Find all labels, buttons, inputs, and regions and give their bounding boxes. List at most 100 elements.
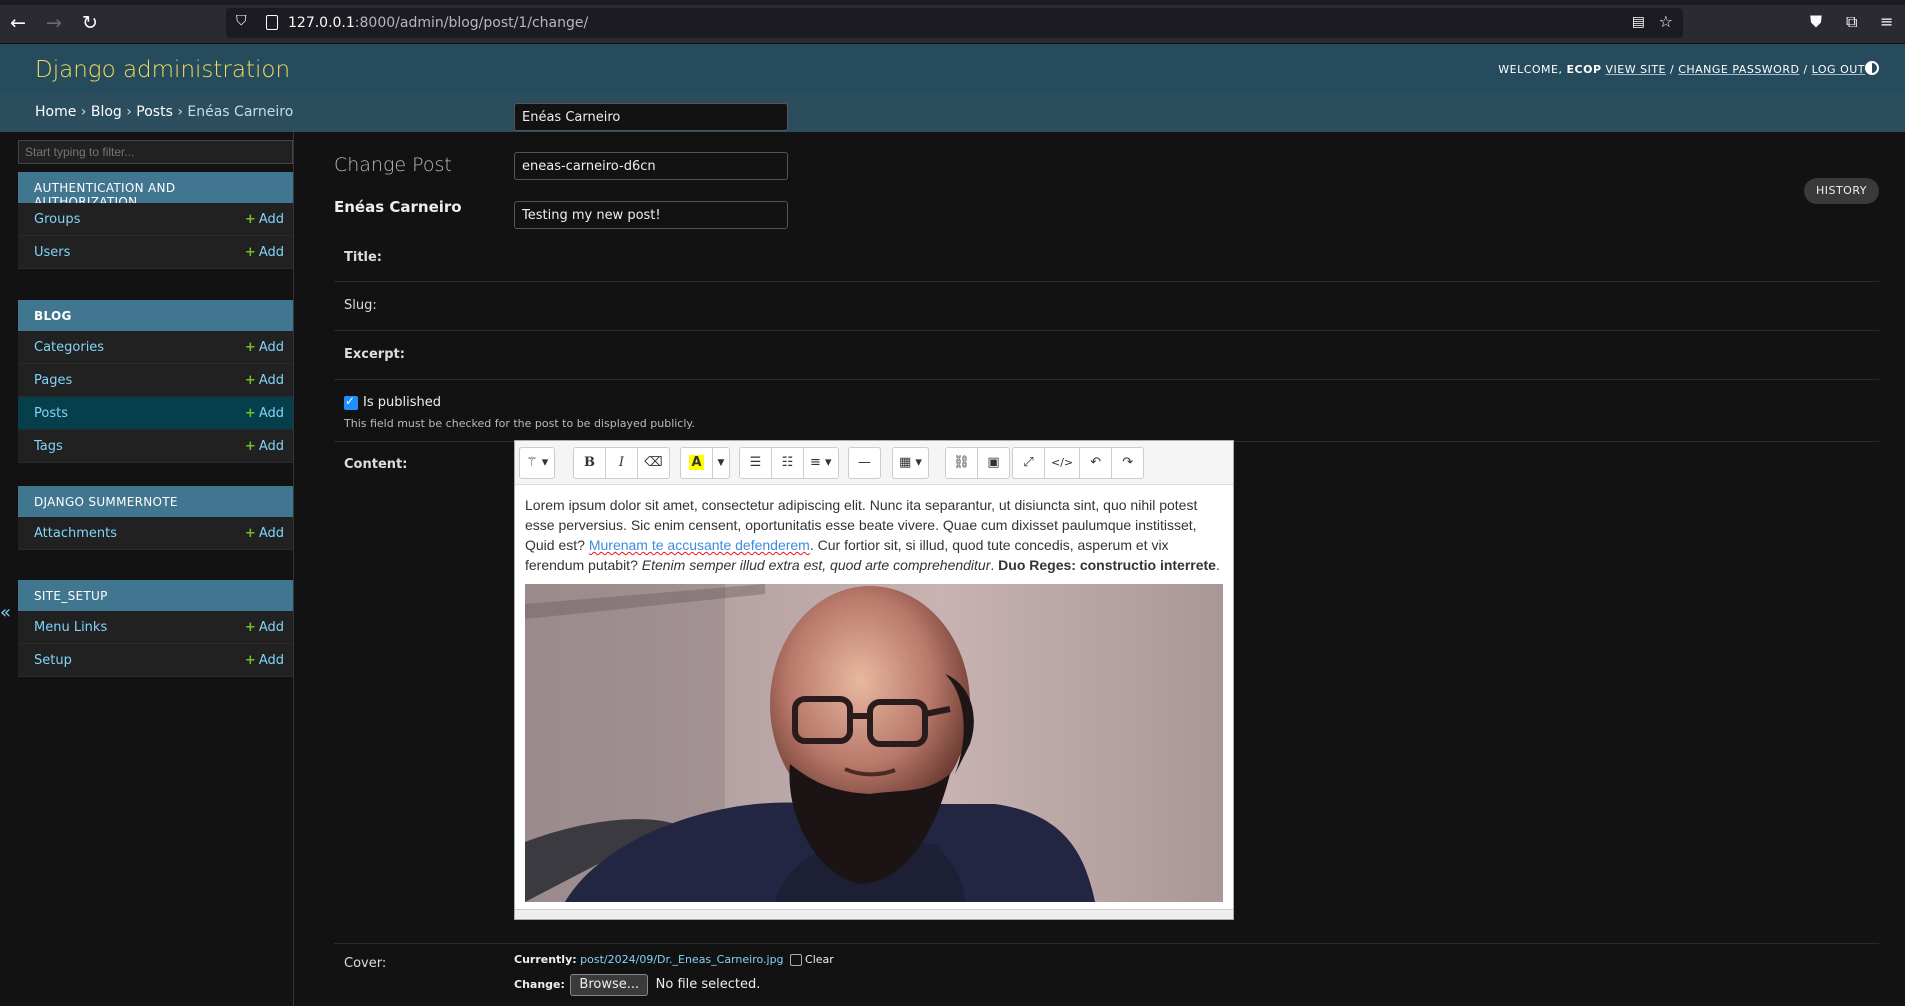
add-pages-link[interactable]: + Add	[245, 373, 284, 388]
slug-input[interactable]	[514, 152, 788, 180]
site-branding[interactable]: Django administration	[35, 57, 290, 83]
excerpt-row: Excerpt:	[334, 201, 1879, 380]
sidebar-item-categories[interactable]: Categories + Add	[18, 331, 293, 364]
italic-icon[interactable]: I	[605, 447, 638, 479]
history-button[interactable]: HISTORY	[1803, 178, 1879, 204]
published-row: Is published This field must be checked …	[334, 380, 1879, 442]
fullscreen-icon[interactable]: ⤢	[1012, 447, 1045, 479]
forward-icon[interactable]: →	[42, 11, 66, 35]
content-label: Content:	[344, 457, 408, 472]
editor-content[interactable]: Lorem ipsum dolor sit amet, consectetur …	[525, 495, 1225, 575]
sidebar-item-setup[interactable]: Setup + Add	[18, 644, 293, 677]
username: ECOP	[1566, 63, 1602, 76]
url-text[interactable]: 127.0.0.1:8000/admin/blog/post/1/change/	[288, 15, 588, 31]
ol-icon[interactable]: ☷	[771, 447, 804, 479]
sidebar-item-users[interactable]: Users + Add	[18, 236, 293, 269]
picture-icon[interactable]: ▣	[977, 447, 1010, 479]
editor-toolbar: ⚚ ▾ B I ⌫ A ▼ ☰ ☷ ≡ ▾ — ▦ ▾ ⛓ ▣ ⤢ </> ↶	[515, 441, 1233, 485]
font-color-icon[interactable]: A	[680, 447, 713, 479]
is-published-checkbox[interactable]	[344, 394, 358, 410]
align-icon[interactable]: ≡ ▾	[803, 447, 839, 479]
url-bar[interactable]: ⛉ 127.0.0.1:8000/admin/blog/post/1/chang…	[226, 8, 1683, 38]
clear-label[interactable]: Clear	[805, 953, 834, 966]
code-icon[interactable]: </>	[1044, 447, 1081, 479]
content-link[interactable]: Murenam te accusante defenderem	[589, 537, 810, 553]
link-icon[interactable]: ⛓	[945, 447, 978, 479]
clear-checkbox[interactable]	[790, 954, 803, 966]
title-input[interactable]	[514, 103, 788, 131]
ul-icon[interactable]: ☰	[739, 447, 772, 479]
add-categories-link[interactable]: + Add	[245, 340, 284, 355]
excerpt-input[interactable]	[514, 201, 788, 229]
cover-label: Cover:	[344, 956, 387, 971]
add-users-link[interactable]: + Add	[245, 245, 284, 260]
add-tags-link[interactable]: + Add	[245, 439, 284, 454]
add-menu-links-link[interactable]: + Add	[245, 620, 284, 635]
table-icon[interactable]: ▦ ▾	[892, 447, 929, 479]
breadcrumb-blog[interactable]: Blog	[91, 104, 122, 120]
shield-icon[interactable]: ⛉	[236, 13, 247, 29]
magic-icon[interactable]: ⚚ ▾	[519, 447, 556, 479]
module-caption[interactable]: AUTHENTICATION AND AUTHORIZATION	[18, 172, 293, 209]
bold-icon[interactable]: B	[573, 447, 606, 479]
pocket-icon[interactable]: ⛊	[1810, 12, 1822, 32]
page-title: Change Post	[334, 154, 452, 176]
breadcrumb-home[interactable]: Home	[35, 104, 76, 120]
undo-icon[interactable]: ↶	[1079, 447, 1113, 479]
module-auth: AUTHENTICATION AND AUTHORIZATION Groups …	[18, 172, 293, 269]
add-posts-link[interactable]: + Add	[245, 406, 284, 421]
browser-toolbar: ← → ↻ ⛉ 127.0.0.1:8000/admin/blog/post/1…	[0, 0, 1905, 44]
slug-label: Slug:	[344, 298, 377, 313]
summernote-editor: ⚚ ▾ B I ⌫ A ▼ ☰ ☷ ≡ ▾ — ▦ ▾ ⛓ ▣ ⤢ </> ↶	[514, 440, 1234, 920]
plus-icon: +	[244, 245, 256, 260]
sidebar-collapse-icon[interactable]: «	[0, 602, 11, 623]
chevron-down-icon[interactable]: ▼	[712, 447, 730, 479]
breadcrumb: Home › Blog › Posts › Enéas Carneiro	[0, 94, 1905, 132]
plus-icon: +	[244, 439, 256, 454]
title-row: Title:	[334, 103, 1879, 282]
sidebar-item-attachments[interactable]: Attachments + Add	[18, 517, 293, 550]
sidebar-item-menu-links[interactable]: Menu Links + Add	[18, 611, 293, 644]
bookmark-star-icon[interactable]: ☆	[1659, 12, 1673, 31]
sidebar-item-groups[interactable]: Groups + Add	[18, 203, 293, 236]
reload-icon[interactable]: ↻	[78, 11, 102, 35]
log-out-link[interactable]: LOG OUT	[1812, 63, 1865, 76]
menu-icon[interactable]: ≡	[1880, 12, 1893, 31]
hr-icon[interactable]: —	[848, 447, 881, 479]
content-image[interactable]	[525, 584, 1223, 902]
add-setup-link[interactable]: + Add	[245, 653, 284, 668]
module-caption[interactable]: DJANGO SUMMERNOTE	[18, 486, 293, 517]
page-icon	[266, 15, 278, 30]
sidebar-item-pages[interactable]: Pages + Add	[18, 364, 293, 397]
module-caption[interactable]: SITE_SETUP	[18, 580, 293, 611]
redo-icon[interactable]: ↷	[1111, 447, 1145, 479]
no-file-text: No file selected.	[655, 977, 761, 992]
module-caption[interactable]: BLOG	[18, 300, 293, 331]
plus-icon: +	[244, 653, 256, 668]
breadcrumb-posts[interactable]: Posts	[136, 104, 173, 120]
reader-view-icon[interactable]: ▤	[1632, 14, 1645, 30]
sidebar-item-posts[interactable]: Posts + Add	[18, 397, 293, 430]
sidebar-item-tags[interactable]: Tags + Add	[18, 430, 293, 463]
browse-button[interactable]: Browse...	[570, 974, 649, 996]
module-summernote: DJANGO SUMMERNOTE Attachments + Add	[18, 486, 293, 550]
cover-file-link[interactable]: post/2024/09/Dr._Eneas_Carneiro.jpg	[580, 953, 783, 966]
extensions-icon[interactable]: ⧉	[1846, 12, 1857, 32]
add-groups-link[interactable]: + Add	[245, 212, 284, 227]
plus-icon: +	[244, 406, 256, 421]
view-site-link[interactable]: VIEW SITE	[1606, 63, 1667, 76]
is-published-label[interactable]: Is published	[363, 395, 441, 410]
theme-toggle-icon[interactable]	[1865, 61, 1879, 75]
cover-current: Currently: post/2024/09/Dr._Eneas_Carnei…	[514, 953, 834, 966]
title-label: Title:	[344, 250, 383, 265]
plus-icon: +	[244, 340, 256, 355]
sidebar-filter-input[interactable]	[18, 140, 293, 164]
add-attachments-link[interactable]: + Add	[245, 526, 284, 541]
back-icon[interactable]: ←	[6, 11, 30, 35]
change-password-link[interactable]: CHANGE PASSWORD	[1678, 63, 1799, 76]
module-blog: BLOG Categories + Add Pages + Add Posts + A…	[18, 300, 293, 463]
eraser-icon[interactable]: ⌫	[637, 447, 670, 479]
is-published-help: This field must be checked for the post …	[344, 417, 695, 430]
nav-sidebar: AUTHENTICATION AND AUTHORIZATION Groups …	[0, 132, 294, 1006]
editor-resize-bar[interactable]	[515, 909, 1233, 919]
